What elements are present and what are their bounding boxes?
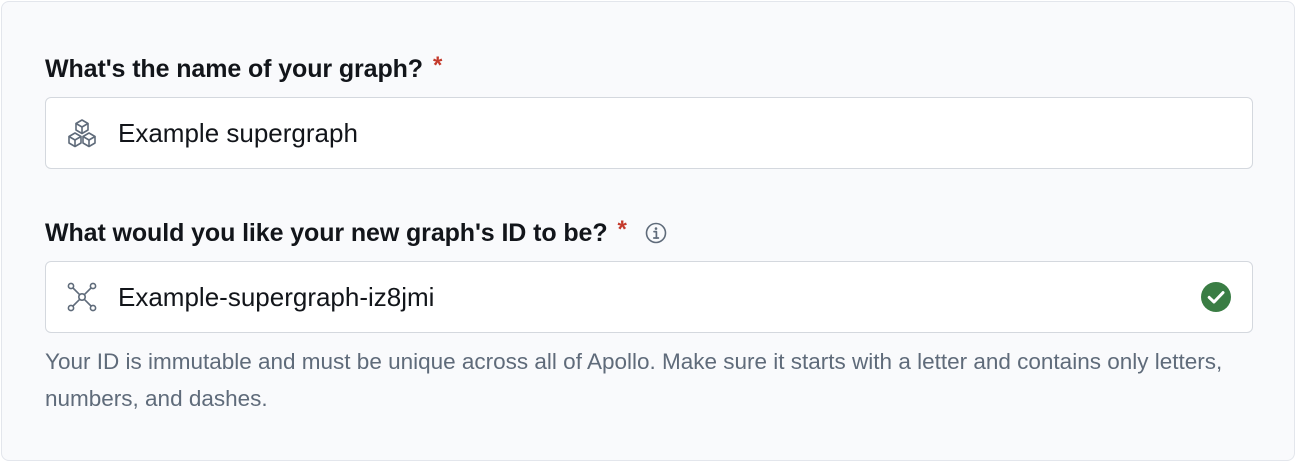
required-marker: * (617, 216, 627, 243)
required-marker: * (432, 52, 443, 79)
graph-name-field: What's the name of your graph? * (45, 52, 1253, 169)
graph-name-input-box[interactable] (45, 97, 1253, 169)
check-circle-icon (1200, 281, 1232, 313)
graph-id-label: What would you like your new graph's ID … (45, 218, 608, 247)
graph-id-field: What would you like your new graph's ID … (45, 216, 1253, 417)
graph-name-label: What's the name of your graph? (45, 54, 423, 83)
graph-id-input[interactable] (118, 262, 1200, 332)
graph-name-input[interactable] (118, 98, 1252, 168)
graph-name-label-row: What's the name of your graph? * (45, 52, 1253, 86)
graph-id-input-box[interactable] (45, 261, 1253, 333)
cubes-icon (65, 116, 99, 150)
graph-id-helper-text: Your ID is immutable and must be unique … (45, 349, 1223, 411)
info-icon[interactable] (645, 222, 667, 244)
network-icon (65, 280, 99, 314)
form-card: What's the name of your graph? * Example… (1, 1, 1295, 461)
graph-id-label-row: What would you like your new graph's ID … (45, 216, 1253, 250)
